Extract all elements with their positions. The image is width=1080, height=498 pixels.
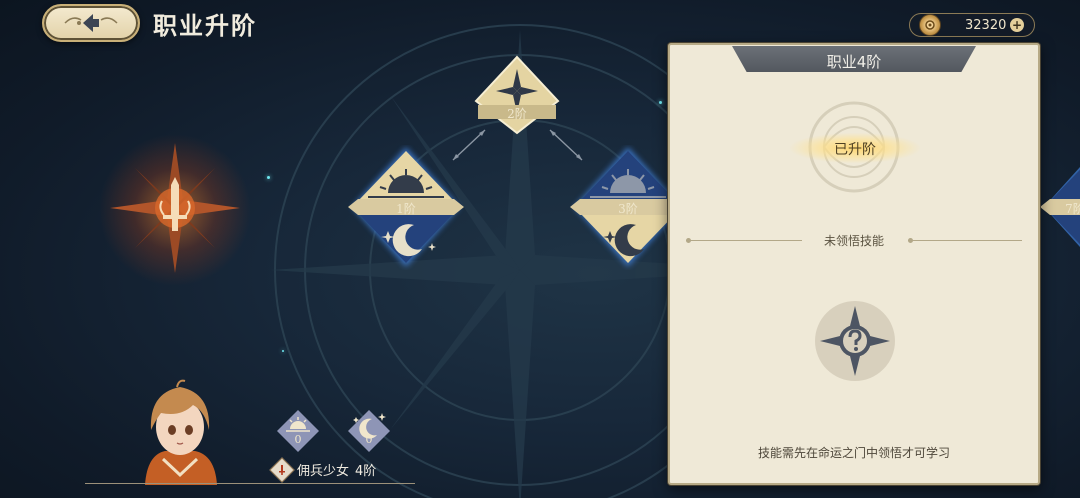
- sun-token-icon: [277, 410, 319, 452]
- character-portrait-avatar[interactable]: [135, 375, 225, 485]
- currency-amount: 32320: [965, 17, 1007, 33]
- class-rank: 4阶: [355, 464, 377, 479]
- back-arrow-icon: [64, 14, 118, 32]
- character-class-info: 佣兵少女 4阶: [269, 456, 377, 483]
- skill-section-label: 未领悟技能: [823, 234, 884, 248]
- locked-skill-question-icon[interactable]: [814, 300, 896, 382]
- page-title: 职业升阶: [153, 12, 257, 40]
- character-divider: [85, 483, 415, 484]
- rank-node-2[interactable]: 2阶: [474, 55, 560, 135]
- sun-token-count: 0: [294, 433, 302, 446]
- skill-learn-note: 技能需先在命运之门中领悟才可学习: [757, 446, 950, 460]
- rank-node-3[interactable]: 3阶: [570, 145, 686, 270]
- rank-node-7-label: 7阶: [1065, 202, 1080, 216]
- rank-status: 已升阶: [834, 142, 876, 158]
- rank-node-1-label: 1阶: [396, 202, 416, 216]
- class-sword-badge-icon: [269, 456, 295, 483]
- add-currency-button[interactable]: +: [1010, 18, 1024, 32]
- moon-token-icon: [348, 410, 390, 452]
- currency-display[interactable]: 32320 +: [909, 13, 1035, 37]
- sword-compass-emblem-icon: [110, 143, 240, 273]
- moon-token-count: 0: [365, 433, 373, 446]
- back-button[interactable]: [42, 4, 140, 42]
- rank-detail-panel: 职业4阶 已升阶 未领悟技能 技能需先在命运之门中领悟才可学习: [668, 43, 1040, 485]
- compass-star-icon: [474, 55, 560, 135]
- star-particle: [659, 101, 662, 104]
- panel-title: 职业4阶: [826, 53, 882, 71]
- rank-node-2-label: 2阶: [507, 107, 527, 121]
- panel-header: 职业4阶: [732, 46, 976, 72]
- star-particle: [282, 350, 284, 352]
- rank-node-1[interactable]: 1阶: [348, 145, 464, 270]
- star-particle: [267, 176, 270, 179]
- coin-icon: [919, 14, 941, 36]
- class-name: 佣兵少女: [297, 464, 350, 479]
- rank-node-7[interactable]: 7阶: [1040, 145, 1080, 270]
